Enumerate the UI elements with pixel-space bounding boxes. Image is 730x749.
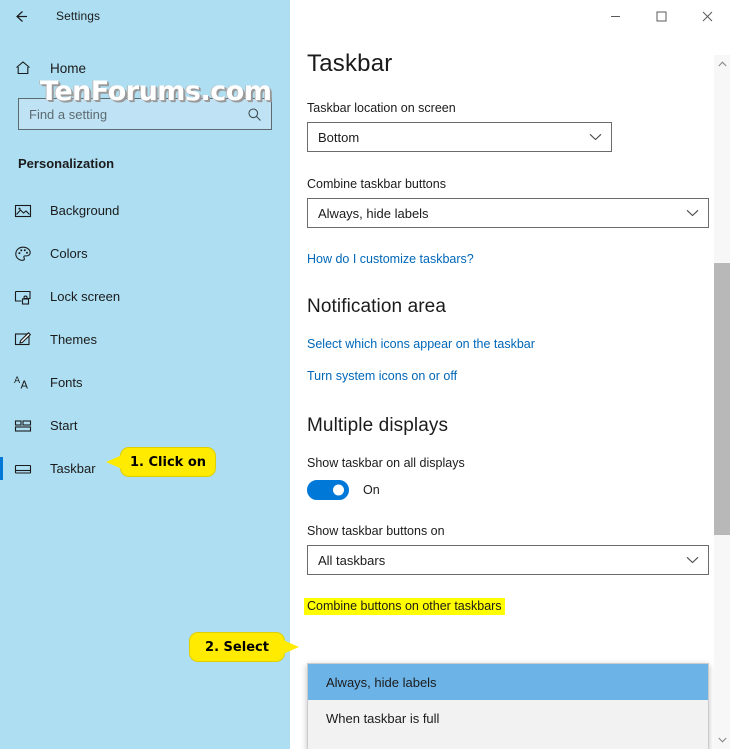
multiple-displays-heading: Multiple displays — [307, 415, 449, 436]
sidebar-item-lock-screen[interactable]: Lock screen — [0, 275, 290, 318]
combine-taskbar-buttons-value: Always, hide labels — [318, 205, 429, 221]
picture-icon — [14, 202, 44, 220]
dropdown-option-when-taskbar-is-full[interactable]: When taskbar is full — [308, 700, 708, 736]
callout-click-on: 1. Click on — [106, 447, 216, 477]
callout-text: 1. Click on — [129, 454, 207, 470]
search-input[interactable] — [29, 106, 245, 122]
page-title: Taskbar — [307, 50, 393, 77]
taskbar-location-label: Taskbar location on screen — [307, 101, 456, 115]
search-input-box[interactable] — [18, 98, 272, 130]
callout-text: 2. Select — [205, 639, 269, 655]
main-content: Taskbar Taskbar location on screen Botto… — [290, 32, 730, 749]
settings-window: Settings Home Find a setting TenForums.c… — [0, 0, 730, 749]
sidebar-nav: Background Colors Lock screen Themes A A… — [0, 189, 290, 490]
select-icons-link[interactable]: Select which icons appear on the taskbar — [307, 337, 535, 351]
minimize-button[interactable] — [592, 0, 638, 32]
sidebar-item-colors[interactable]: Colors — [0, 232, 290, 275]
title-bar: Settings — [0, 0, 730, 32]
sidebar-item-label: Lock screen — [50, 289, 121, 304]
chevron-down-icon — [686, 204, 699, 222]
combine-taskbar-buttons-label: Combine taskbar buttons — [307, 177, 446, 191]
taskbar-location-select[interactable]: Bottom — [307, 122, 612, 152]
chevron-down-icon — [589, 128, 602, 146]
minimize-icon — [610, 15, 620, 17]
customize-taskbars-link[interactable]: How do I customize taskbars? — [307, 252, 474, 266]
maximize-button[interactable] — [638, 0, 684, 32]
back-arrow-icon — [15, 10, 27, 22]
sidebar-item-start[interactable]: Start — [0, 404, 290, 447]
system-icons-link[interactable]: Turn system icons on or off — [307, 369, 457, 383]
scrollbar-up-button[interactable] — [714, 55, 730, 73]
taskbar-icon — [14, 460, 44, 478]
search-icon[interactable] — [245, 107, 263, 122]
close-icon — [702, 11, 712, 21]
toggle-state-label: On — [363, 483, 380, 497]
toggle-knob — [333, 484, 344, 496]
show-taskbar-all-displays-toggle[interactable] — [307, 480, 349, 500]
sidebar-item-label: Taskbar — [50, 461, 96, 476]
brush-icon — [14, 331, 44, 349]
sidebar-item-label: Fonts — [50, 375, 83, 390]
window-controls — [592, 0, 730, 32]
sidebar-item-label: Background — [50, 203, 120, 218]
scrollbar-down-button[interactable] — [714, 731, 730, 749]
sidebar-category-title: Personalization — [18, 156, 115, 171]
sidebar-item-label: Start — [50, 418, 78, 433]
lock-screen-icon — [14, 288, 44, 306]
sidebar-item-label: Colors — [50, 246, 88, 261]
title-bar-left: Settings — [0, 0, 290, 32]
search-wrapper: TenForums.com — [18, 76, 272, 130]
sidebar-home-label: Home — [50, 60, 87, 76]
notification-area-heading: Notification area — [307, 296, 446, 317]
chevron-down-icon — [717, 737, 727, 743]
palette-icon — [14, 245, 44, 263]
callout-tail — [106, 455, 122, 469]
combine-other-taskbars-label: Combine buttons on other taskbars — [304, 598, 505, 615]
sidebar-item-fonts[interactable]: A A Fonts — [0, 361, 290, 404]
combine-taskbar-buttons-select[interactable]: Always, hide labels — [307, 198, 709, 228]
home-icon — [14, 59, 44, 77]
show-taskbar-buttons-on-value: All taskbars — [318, 552, 386, 568]
callout-tail — [283, 640, 299, 654]
dropdown-option-always-hide-labels[interactable]: Always, hide labels — [308, 664, 708, 700]
dropdown-option-never[interactable]: Never — [308, 736, 708, 749]
font-icon: A A — [14, 374, 44, 392]
show-taskbar-buttons-on-select[interactable]: All taskbars — [307, 545, 709, 575]
close-button[interactable] — [684, 0, 730, 32]
show-taskbar-all-displays-label: Show taskbar on all displays — [307, 456, 465, 470]
show-taskbar-all-displays-row: On — [307, 480, 730, 500]
callout-select: 2. Select — [189, 632, 299, 662]
scrollbar-thumb[interactable] — [714, 263, 730, 535]
taskbar-location-value: Bottom — [318, 129, 360, 145]
back-button[interactable] — [0, 0, 42, 32]
sidebar-item-background[interactable]: Background — [0, 189, 290, 232]
combine-other-taskbars-dropdown[interactable]: Always, hide labels When taskbar is full… — [307, 663, 709, 749]
sidebar-item-home[interactable]: Home — [0, 50, 290, 86]
sidebar-item-themes[interactable]: Themes — [0, 318, 290, 361]
show-taskbar-buttons-on-label: Show taskbar buttons on — [307, 524, 445, 538]
window-title: Settings — [56, 9, 101, 23]
chevron-up-icon — [717, 61, 727, 67]
maximize-icon — [656, 11, 666, 21]
sidebar-item-label: Themes — [50, 332, 97, 347]
chevron-down-icon — [686, 551, 699, 569]
start-icon — [14, 417, 44, 435]
main-scrollbar[interactable] — [714, 55, 730, 749]
svg-text:A: A — [21, 378, 29, 391]
